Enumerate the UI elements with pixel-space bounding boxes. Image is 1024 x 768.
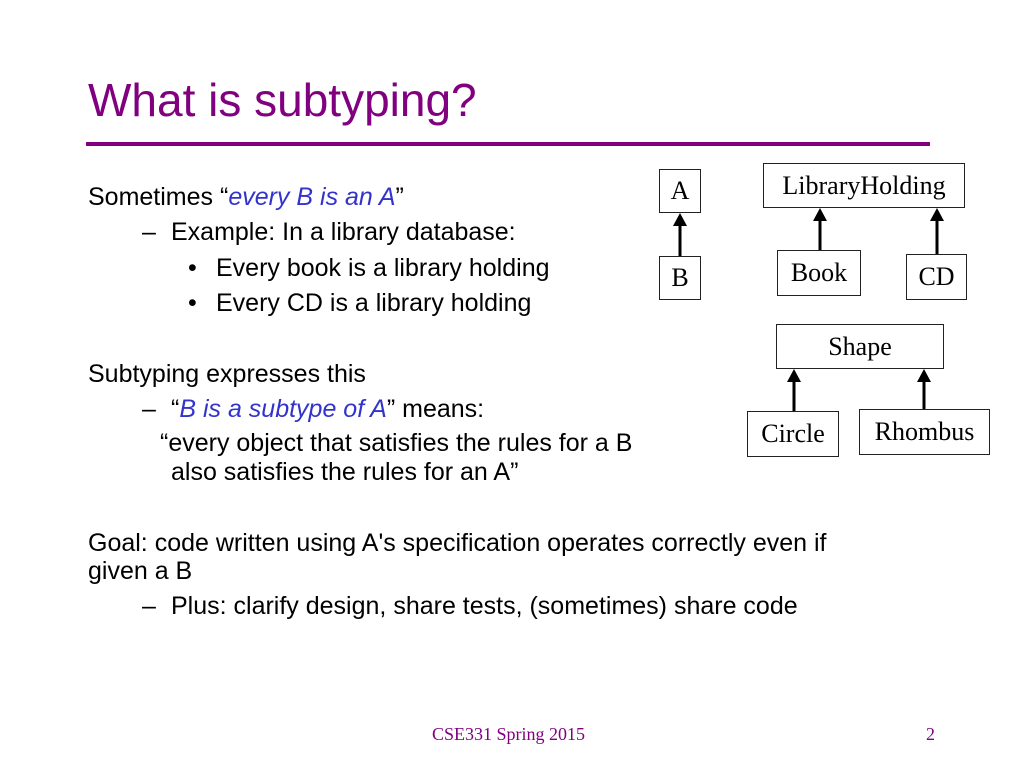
class-box-cd: CD	[906, 254, 967, 300]
arrowhead	[917, 369, 931, 382]
class-box-libraryholding: LibraryHolding	[763, 163, 965, 208]
arrowhead	[930, 208, 944, 221]
arrowhead	[813, 208, 827, 221]
class-box-shape: Shape	[776, 324, 944, 369]
class-box-circle: Circle	[747, 411, 839, 457]
inheritance-arrows	[673, 208, 944, 411]
footer-page-number: 2	[926, 724, 935, 744]
arrowhead	[787, 369, 801, 382]
class-box-b: B	[659, 256, 701, 300]
class-box-book: Book	[777, 250, 861, 296]
class-box-a: A	[659, 169, 701, 213]
arrowhead	[673, 213, 687, 226]
class-box-rhombus: Rhombus	[859, 409, 990, 455]
footer-course: CSE331 Spring 2015	[432, 724, 586, 744]
